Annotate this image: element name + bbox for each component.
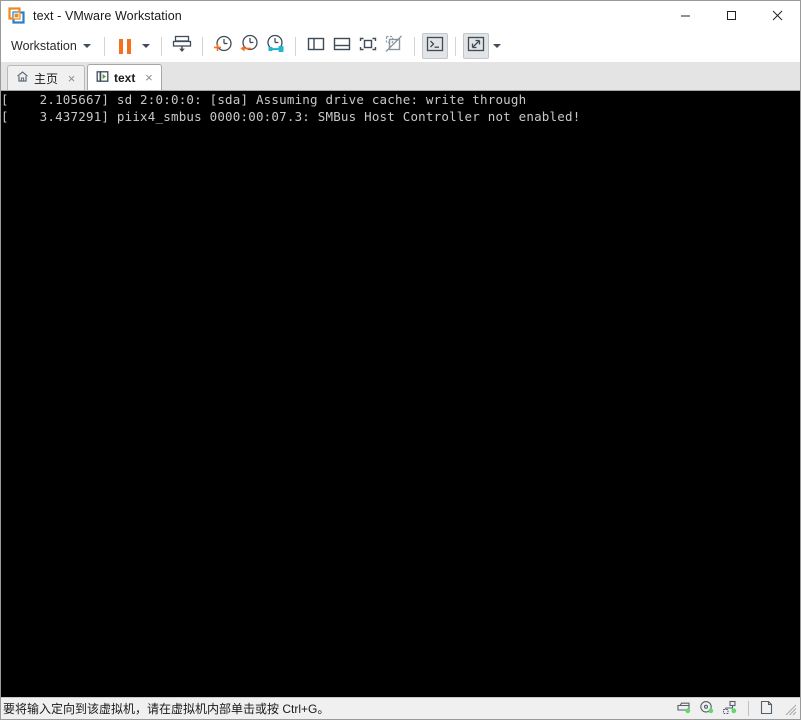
toolbar-separator [413, 36, 415, 56]
panel-bottom-icon [331, 33, 353, 60]
vmware-logo-icon [8, 7, 25, 24]
tab-text[interactable]: text × [87, 64, 163, 90]
console-line: [ 3.437291] piix4_smbus 0000:00:07.3: SM… [1, 109, 581, 124]
suspend-button[interactable] [112, 33, 138, 59]
tab-home[interactable]: 主页 × [7, 65, 86, 90]
status-message: 要将输入定向到该虚拟机，请在虚拟机内部单击或按 Ctrl+G。 [3, 702, 330, 716]
autofit-disabled-button[interactable] [381, 33, 407, 59]
chevron-down-icon [141, 44, 150, 48]
vm-console-screen[interactable]: [ 2.105667] sd 2:0:0:0: [sda] Assuming d… [1, 91, 800, 697]
show-thumbnails-button[interactable] [329, 33, 355, 59]
status-bar: 要将输入定向到该虚拟机，请在虚拟机内部单击或按 Ctrl+G。 [1, 697, 800, 719]
cd-dvd-icon[interactable] [699, 700, 715, 718]
toolbar-separator [454, 36, 456, 56]
console-line: [ 2.105667] sd 2:0:0:0: [sda] Assuming d… [1, 92, 527, 107]
hard-disk-icon[interactable] [676, 700, 692, 718]
fullscreen-icon [466, 34, 486, 59]
autofit-off-icon [383, 33, 405, 60]
title-bar-left: text - VMware Workstation [1, 7, 182, 24]
close-button[interactable] [754, 1, 800, 30]
tab-home-label: 主页 [34, 71, 59, 86]
workstation-menu-label: Workstation [11, 39, 77, 53]
tab-home-close-icon[interactable]: × [66, 72, 77, 85]
show-library-button[interactable] [303, 33, 329, 59]
maximize-button[interactable] [708, 1, 754, 30]
network-icon[interactable] [722, 700, 738, 718]
chevron-down-icon [492, 44, 501, 48]
tab-bar: 主页 × text × [1, 62, 800, 91]
console-view-button[interactable] [421, 33, 448, 59]
send-key-icon [171, 33, 193, 60]
status-separator [748, 701, 749, 716]
document-icon[interactable] [759, 700, 774, 718]
window-title: text - VMware Workstation [33, 8, 182, 23]
revert-snapshot-button[interactable] [236, 33, 262, 59]
toolbar: Workstation [1, 30, 800, 62]
workstation-menu-button[interactable]: Workstation [9, 36, 97, 56]
title-bar: text - VMware Workstation [1, 1, 800, 30]
toolbar-separator [160, 36, 162, 56]
snapshot-manager-button[interactable] [262, 33, 288, 59]
toolbar-separator [294, 36, 296, 56]
take-snapshot-button[interactable] [210, 33, 236, 59]
fit-guest-button[interactable] [355, 33, 381, 59]
toolbar-separator [103, 36, 105, 56]
vmware-workstation-window: text - VMware Workstation Workstation 主页… [0, 0, 801, 720]
panel-left-icon [305, 33, 327, 60]
snapshot-add-icon [212, 33, 234, 60]
pause-icon [119, 38, 131, 54]
status-device-icons [676, 700, 800, 718]
console-icon [425, 34, 445, 59]
tab-text-close-icon[interactable]: × [143, 71, 154, 84]
send-ctrl-alt-del-button[interactable] [169, 33, 195, 59]
resize-grip-icon[interactable] [783, 702, 797, 716]
snapshot-revert-icon [238, 33, 260, 60]
chevron-down-icon [82, 44, 91, 48]
minimize-button[interactable] [662, 1, 708, 30]
fit-guest-icon [357, 33, 379, 60]
fullscreen-button[interactable] [462, 33, 489, 59]
fullscreen-dropdown[interactable] [489, 33, 505, 59]
window-controls [662, 1, 800, 30]
toolbar-separator [201, 36, 203, 56]
tab-text-label: text [114, 70, 136, 85]
vm-play-icon [96, 70, 109, 86]
power-dropdown[interactable] [138, 33, 154, 59]
snapshot-manager-icon [264, 33, 286, 60]
home-icon [16, 70, 29, 86]
